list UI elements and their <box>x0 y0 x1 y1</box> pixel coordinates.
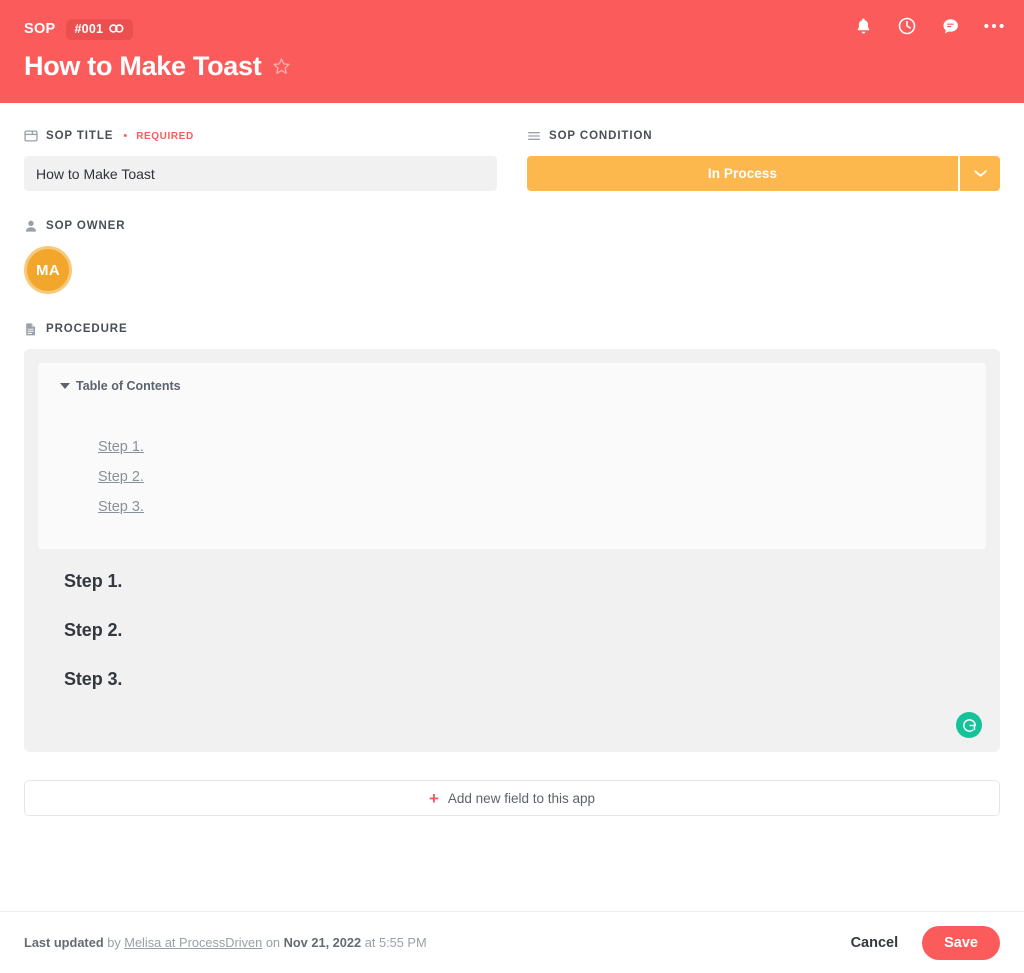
procedure-label: PROCEDURE <box>24 320 1000 338</box>
by-word: by <box>107 935 121 950</box>
footer-actions: Cancel Save <box>847 925 1000 960</box>
procedure-steps[interactable]: Step 1. Step 2. Step 3. <box>38 549 986 690</box>
sop-condition-label-text: SOP CONDITION <box>549 130 653 142</box>
on-word: on <box>265 935 281 950</box>
sop-owner-label: SOP OWNER <box>24 217 1000 235</box>
list-item[interactable]: Step 3. <box>98 499 144 515</box>
sop-title-input[interactable] <box>24 156 497 191</box>
chevron-down-icon[interactable] <box>958 156 1000 191</box>
list-item[interactable]: Step 2. <box>98 469 144 485</box>
last-updated-time: 5:55 PM <box>378 935 427 950</box>
bell-icon[interactable] <box>854 16 873 36</box>
page-header: SOP #001 How to Make Toast <box>0 0 1024 103</box>
header-title-row: How to Make Toast <box>24 51 1000 82</box>
person-icon <box>24 219 38 233</box>
record-id-label: #001 <box>74 21 104 36</box>
sop-condition-select[interactable]: In Process <box>527 156 1000 191</box>
field-row-1: SOP TITLE • REQUIRED SOP CONDITION <box>24 127 1000 191</box>
sop-title-label: SOP TITLE • REQUIRED <box>24 127 497 145</box>
sop-owner-label-text: SOP OWNER <box>46 220 126 232</box>
procedure-editor[interactable]: Table of Contents Step 1. Step 2. Step 3… <box>24 349 1000 752</box>
sop-title-label-text: SOP TITLE <box>46 130 114 142</box>
grammarly-icon[interactable] <box>956 712 982 738</box>
toc-header[interactable]: Table of Contents <box>60 379 964 393</box>
sop-detail-page: SOP #001 How to Make Toast SOP TITLE • R… <box>0 0 1024 973</box>
link-icon <box>109 23 124 34</box>
clock-icon[interactable] <box>897 16 917 36</box>
save-button[interactable]: Save <box>922 925 1000 960</box>
required-flag: REQUIRED <box>136 130 194 142</box>
list-item[interactable]: Step 1. <box>98 439 144 455</box>
table-of-contents: Table of Contents Step 1. Step 2. Step 3… <box>38 363 986 549</box>
last-updated-date: Nov 21, 2022 <box>283 935 362 950</box>
comment-icon[interactable] <box>941 17 960 36</box>
field-procedure: PROCEDURE Table of Contents Step 1. Step… <box>24 320 1000 752</box>
star-icon[interactable] <box>272 57 291 76</box>
sop-condition-label: SOP CONDITION <box>527 127 1000 145</box>
required-dot: • <box>123 130 128 142</box>
list-icon <box>527 129 541 143</box>
page-footer: Last updated by Melisa at ProcessDriven … <box>0 911 1024 973</box>
step-heading: Step 3. <box>64 669 123 689</box>
header-actions <box>854 16 1004 36</box>
last-updated-author[interactable]: Melisa at ProcessDriven <box>124 935 262 950</box>
text-field-icon <box>24 129 38 143</box>
avatar[interactable]: MA <box>24 246 72 294</box>
last-updated-text: Last updated by Melisa at ProcessDriven … <box>24 935 427 950</box>
record-id-badge[interactable]: #001 <box>65 18 134 40</box>
cancel-button[interactable]: Cancel <box>847 929 903 957</box>
at-word: at <box>364 935 376 950</box>
list-item[interactable] <box>86 413 97 427</box>
toc-list: Step 1. Step 2. Step 3. <box>60 413 964 515</box>
sop-condition-value: In Process <box>527 156 958 191</box>
breadcrumb: SOP <box>24 21 56 37</box>
chevron-down-icon <box>60 383 70 389</box>
field-sop-owner: SOP OWNER MA <box>24 217 1000 294</box>
document-icon <box>24 322 38 336</box>
add-new-field-button[interactable]: + Add new field to this app <box>24 780 1000 816</box>
field-sop-title: SOP TITLE • REQUIRED <box>24 127 497 191</box>
step-heading: Step 1. <box>64 571 123 591</box>
form-body: SOP TITLE • REQUIRED SOP CONDITION <box>0 103 1024 911</box>
page-title: How to Make Toast <box>24 51 262 81</box>
last-updated-prefix: Last updated <box>24 935 104 950</box>
plus-icon: + <box>428 788 439 808</box>
add-new-field-label: Add new field to this app <box>447 790 596 806</box>
step-heading: Step 2. <box>64 620 123 640</box>
ellipsis-icon[interactable] <box>984 23 1004 29</box>
procedure-label-text: PROCEDURE <box>46 323 128 335</box>
toc-title: Table of Contents <box>76 379 181 393</box>
field-sop-condition: SOP CONDITION In Process <box>527 127 1000 191</box>
